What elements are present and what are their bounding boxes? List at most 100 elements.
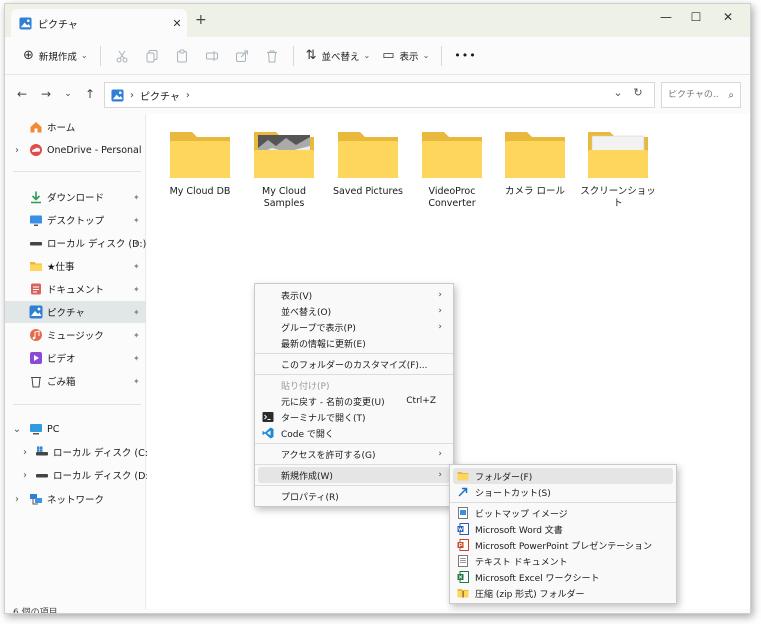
sidebar-item-recycle-bin[interactable]: ごみ箱 ✦ (5, 370, 146, 392)
pin-icon[interactable]: ✦ (133, 285, 140, 294)
forward-button[interactable]: → (37, 85, 55, 103)
refresh-icon[interactable]: ↻ (628, 86, 648, 99)
menu-item-customize-folder[interactable]: このフォルダーのカスタマイズ(F)... (258, 356, 450, 372)
menu-item-label: アクセスを許可する(G) (281, 450, 376, 461)
delete-icon[interactable] (257, 43, 287, 69)
sidebar-item-network[interactable]: › ネットワーク (5, 488, 146, 510)
menu-item-open-terminal[interactable]: ターミナルで開く(T) (258, 409, 450, 425)
chevron-right-icon[interactable]: › (19, 447, 31, 458)
menu-item-open-code[interactable]: Code で開く (258, 425, 450, 441)
sort-button[interactable]: ⇅ 並べ替え ⌄ (300, 43, 377, 69)
menu-item-properties[interactable]: プロパティ(R) (258, 488, 450, 504)
sidebar-item-pictures[interactable]: ピクチャ ✦ (5, 301, 146, 323)
submenu-item-bitmap[interactable]: ビットマップ イメージ (453, 505, 673, 521)
address-bar[interactable]: › ピクチャ › ⌄ ↻ (104, 82, 655, 108)
folder-item[interactable]: My Cloud DB (162, 128, 238, 198)
search-icon[interactable]: ⌕ (728, 90, 734, 101)
menu-divider (450, 502, 676, 503)
search-input[interactable] (668, 90, 718, 100)
folder-thumbnail-icon (254, 132, 314, 178)
paste-icon[interactable] (167, 43, 197, 69)
close-window-button[interactable]: ✕ (713, 6, 743, 28)
menu-item-group-by[interactable]: グループで表示(P) › (258, 319, 450, 335)
sidebar-item-downloads[interactable]: ダウンロード ✦ (5, 186, 146, 208)
tab-pictures[interactable]: ピクチャ ✕ (11, 9, 187, 37)
menu-item-sort[interactable]: 並べ替え(O) › (258, 303, 450, 319)
new-icon: ⊕ (23, 48, 34, 63)
pin-icon[interactable]: ✦ (133, 308, 140, 317)
close-tab-icon[interactable]: ✕ (167, 17, 187, 30)
chevron-down-icon[interactable]: ⌄ (11, 424, 23, 435)
sidebar-item-desktop[interactable]: デスクトップ ✦ (5, 209, 146, 231)
menu-item-label: Microsoft Excel ワークシート (475, 573, 600, 584)
chevron-down-icon: ⌄ (363, 51, 371, 60)
cut-icon[interactable] (107, 43, 137, 69)
submenu-item-zip-folder[interactable]: 圧縮 (zip 形式) フォルダー (453, 585, 673, 601)
chevron-right-icon[interactable]: › (186, 90, 190, 101)
breadcrumb-pictures[interactable]: ピクチャ (140, 88, 180, 103)
minimize-button[interactable]: — (651, 6, 681, 28)
folder-item[interactable]: Saved Pictures (330, 128, 406, 198)
sidebar-item-home[interactable]: ホーム (5, 116, 146, 138)
folder-name: スクリーンショット (580, 186, 656, 209)
copy-icon[interactable] (137, 43, 167, 69)
drive-icon (30, 242, 42, 246)
pin-icon[interactable]: ✦ (133, 262, 140, 271)
pin-icon[interactable]: ✦ (133, 377, 140, 386)
sidebar-item-music[interactable]: ミュージック ✦ (5, 324, 146, 346)
chevron-right-icon: › (438, 290, 442, 300)
sidebar-item-documents[interactable]: ドキュメント ✦ (5, 278, 146, 300)
submenu-item-folder[interactable]: フォルダー(F) (453, 468, 673, 484)
maximize-button[interactable]: ☐ (681, 6, 711, 28)
folder-icon (170, 132, 230, 178)
new-button[interactable]: ⊕ 新規作成 ⌄ (17, 43, 94, 69)
pin-icon[interactable]: ✦ (133, 239, 140, 248)
more-options-button[interactable]: ••• (448, 43, 482, 69)
menu-item-refresh[interactable]: 最新の情報に更新(E) (258, 335, 450, 351)
pin-icon[interactable]: ✦ (133, 193, 140, 202)
folder-item[interactable]: カメラ ロール (497, 128, 573, 198)
sidebar-item-onedrive[interactable]: › OneDrive - Personal (5, 139, 146, 161)
sidebar-item-drive-d-pc[interactable]: › ローカル ディスク (D:) (5, 464, 152, 486)
chevron-down-icon: ⌄ (422, 51, 430, 60)
folder-item[interactable]: スクリーンショット (580, 128, 656, 210)
chevron-right-icon: › (438, 470, 442, 480)
submenu-item-word[interactable]: Microsoft Word 文書 (453, 521, 673, 537)
back-button[interactable]: ← (13, 85, 31, 103)
address-dropdown-icon[interactable]: ⌄ (608, 86, 628, 99)
shortcut-label: Ctrl+Z (406, 396, 436, 406)
share-icon[interactable] (227, 43, 257, 69)
sidebar-item-videos[interactable]: ビデオ ✦ (5, 347, 146, 369)
pin-icon[interactable]: ✦ (133, 331, 140, 340)
sidebar-item-label: ドキュメント (47, 285, 105, 296)
sidebar-item-pc[interactable]: ⌄ PC (5, 418, 146, 440)
chevron-right-icon[interactable]: › (19, 470, 31, 481)
menu-item-new[interactable]: 新規作成(W) › (258, 467, 450, 483)
sidebar-item-label: PC (47, 423, 60, 435)
sidebar-item-drive-c[interactable]: › ローカル ディスク (C:) (5, 441, 152, 463)
search-box[interactable]: ⌕ (661, 82, 741, 108)
powerpoint-icon (457, 539, 469, 551)
pin-icon[interactable]: ✦ (133, 216, 140, 225)
sidebar-item-drive-d[interactable]: ローカル ディスク (D:) ✦ (5, 232, 146, 254)
menu-item-view[interactable]: 表示(V) › (258, 287, 450, 303)
submenu-item-powerpoint[interactable]: Microsoft PowerPoint プレゼンテーション (453, 537, 673, 553)
chevron-right-icon[interactable]: › (11, 145, 23, 156)
submenu-item-text-document[interactable]: テキスト ドキュメント (453, 553, 673, 569)
rename-icon[interactable] (197, 43, 227, 69)
chevron-right-icon[interactable]: › (11, 494, 23, 505)
view-button[interactable]: ▭ 表示 ⌄ (376, 43, 435, 69)
submenu-item-shortcut[interactable]: ショートカット(S) (453, 484, 673, 500)
new-tab-button[interactable]: + (195, 12, 207, 28)
menu-item-paste[interactable]: 貼り付け(P) (258, 377, 450, 393)
menu-divider (255, 443, 453, 444)
pin-icon[interactable]: ✦ (133, 354, 140, 363)
up-button[interactable]: ↑ (81, 85, 99, 103)
menu-item-undo-rename[interactable]: 元に戻す - 名前の変更(U) Ctrl+Z (258, 393, 450, 409)
folder-item[interactable]: My Cloud Samples (246, 128, 322, 210)
submenu-item-excel[interactable]: Microsoft Excel ワークシート (453, 569, 673, 585)
recent-locations-button[interactable]: ⌄ (59, 85, 77, 103)
sidebar-item-work[interactable]: ★仕事 ✦ (5, 255, 146, 277)
menu-item-give-access[interactable]: アクセスを許可する(G) › (258, 446, 450, 462)
folder-item[interactable]: VideoProc Converter (414, 128, 490, 210)
